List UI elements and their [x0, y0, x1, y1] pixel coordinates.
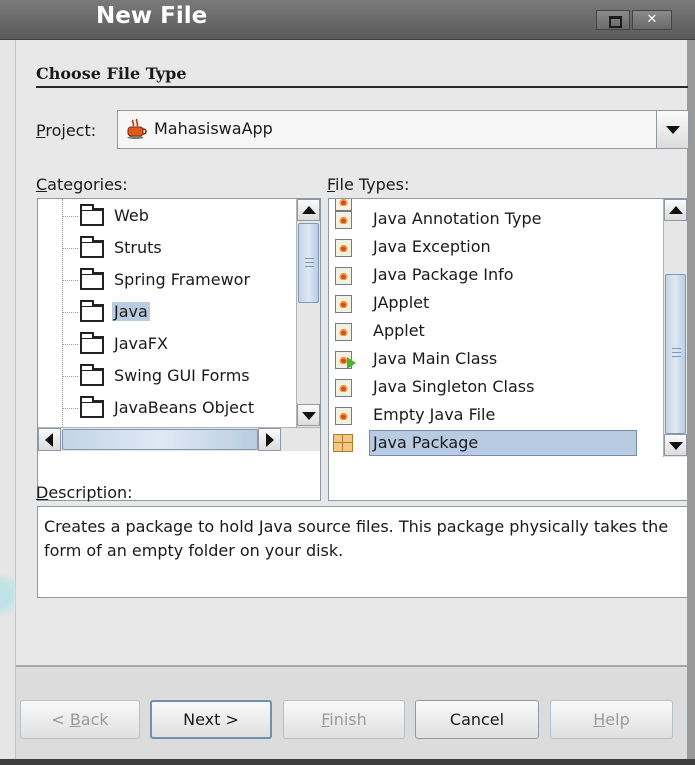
categories-vertical-scrollbar[interactable] [296, 199, 320, 427]
scroll-thumb[interactable] [665, 274, 686, 434]
scroll-down-button[interactable] [664, 434, 687, 456]
tree-item[interactable]: JavaFX [38, 330, 320, 358]
scroll-down-button[interactable] [297, 404, 320, 426]
description-text: Creates a package to hold Java source fi… [37, 506, 688, 598]
maximize-button[interactable] [596, 10, 630, 30]
folder-icon [80, 332, 104, 354]
scroll-up-button[interactable] [297, 199, 320, 221]
tree-item-label: Spring Framewor [114, 270, 251, 289]
package-icon [333, 434, 353, 452]
help-button[interactable]: Help [550, 700, 673, 739]
tree-item[interactable]: Web [38, 202, 320, 230]
scroll-thumb[interactable] [298, 223, 319, 303]
list-item-label: Java Package Info [373, 265, 514, 284]
list-item-label: JApplet [373, 293, 430, 312]
list-item-label: Java Exception [373, 237, 491, 256]
list-item[interactable]: Java Annotation Type [329, 205, 687, 233]
tree-item-label: Struts [114, 238, 162, 257]
list-item[interactable]: Java Exception [329, 233, 687, 261]
back-button[interactable]: < Back [20, 700, 140, 739]
list-item-selected[interactable]: Java Package [329, 429, 687, 457]
tree-item[interactable]: JavaBeans Object [38, 394, 320, 422]
section-title: Choose File Type [36, 64, 187, 83]
folder-icon [80, 268, 104, 290]
categories-horizontal-scrollbar[interactable] [38, 427, 320, 451]
dialog-content: Choose File Type Project: MahasiswaApp C… [16, 40, 689, 665]
categories-tree[interactable]: Web Struts Spring Framewor Java JavaFX S… [37, 198, 321, 501]
arrow-down-icon [669, 442, 683, 450]
tree-item[interactable]: Spring Framewor [38, 266, 320, 294]
button-bar-divider [16, 665, 687, 667]
arrow-left-icon [45, 433, 53, 447]
list-item[interactable]: Java Main Class [329, 345, 687, 373]
next-button[interactable]: Next > [150, 700, 272, 739]
list-item-label: Java Main Class [373, 349, 498, 368]
list-item[interactable]: Applet [329, 317, 687, 345]
scroll-right-button[interactable] [258, 428, 281, 451]
java-file-icon [335, 267, 352, 285]
project-value: MahasiswaApp [154, 119, 273, 138]
tree-item-label: Web [114, 206, 149, 225]
java-file-icon [335, 295, 352, 313]
arrow-up-icon [302, 206, 316, 214]
file-types-vertical-scrollbar[interactable] [663, 199, 687, 457]
title-bar[interactable]: New File ✕ [0, 0, 695, 40]
project-dropdown-button[interactable] [656, 111, 688, 148]
tree-item-label: Swing GUI Forms [114, 366, 250, 385]
section-divider [36, 86, 688, 88]
horizontal-scroll-thumb[interactable] [62, 429, 258, 450]
java-file-icon [335, 407, 352, 425]
folder-icon [80, 396, 104, 418]
scroll-left-button[interactable] [38, 428, 61, 451]
window-frame-bottom [0, 759, 695, 765]
list-item[interactable]: JApplet [329, 289, 687, 317]
list-item-label: Applet [373, 321, 425, 340]
arrow-up-icon [669, 206, 683, 214]
java-file-icon [335, 211, 352, 229]
coffee-cup-icon [127, 118, 147, 139]
file-types-list[interactable]: Java Annotation Type Java Exception Java… [328, 198, 688, 501]
description-label: Description: [36, 483, 133, 502]
scroll-up-button[interactable] [664, 199, 687, 221]
close-button[interactable]: ✕ [632, 10, 672, 30]
cancel-button[interactable]: Cancel [415, 700, 539, 739]
tree-item-selected[interactable]: Java [38, 298, 320, 326]
tree-item[interactable]: Swing GUI Forms [38, 362, 320, 390]
list-item[interactable]: Empty Java File [329, 401, 687, 429]
tree-item-label: JavaFX [114, 334, 168, 353]
folder-icon [80, 364, 104, 386]
list-item[interactable]: Java Singleton Class [329, 373, 687, 401]
list-item-label: Java Singleton Class [373, 377, 535, 396]
file-types-label: File Types: [327, 175, 410, 194]
list-item-label: Empty Java File [373, 405, 496, 424]
project-label: Project: [36, 121, 97, 140]
folder-icon [80, 204, 104, 226]
folder-icon [80, 236, 104, 258]
tree-item[interactable]: Struts [38, 234, 320, 262]
window-title: New File [96, 3, 208, 29]
categories-label: Categories: [36, 175, 128, 194]
arrow-right-icon [266, 433, 274, 447]
java-file-icon [335, 379, 352, 397]
window-frame-left [0, 40, 16, 765]
close-icon: ✕ [646, 12, 658, 27]
java-file-icon [335, 239, 352, 257]
java-file-icon [335, 323, 352, 341]
list-item-label: Java Annotation Type [373, 209, 542, 228]
tree-item-label: JavaBeans Object [114, 398, 255, 417]
java-main-class-icon [335, 351, 356, 369]
folder-icon [80, 300, 104, 322]
list-item-label: Java Package [373, 433, 479, 452]
tree-item-label: Java [112, 302, 150, 321]
list-item[interactable]: Java Package Info [329, 261, 687, 289]
finish-button[interactable]: Finish [283, 700, 405, 739]
chevron-down-icon [666, 126, 680, 134]
background-decoration [0, 560, 16, 630]
project-combobox[interactable]: MahasiswaApp [117, 110, 689, 149]
arrow-down-icon [302, 412, 316, 420]
